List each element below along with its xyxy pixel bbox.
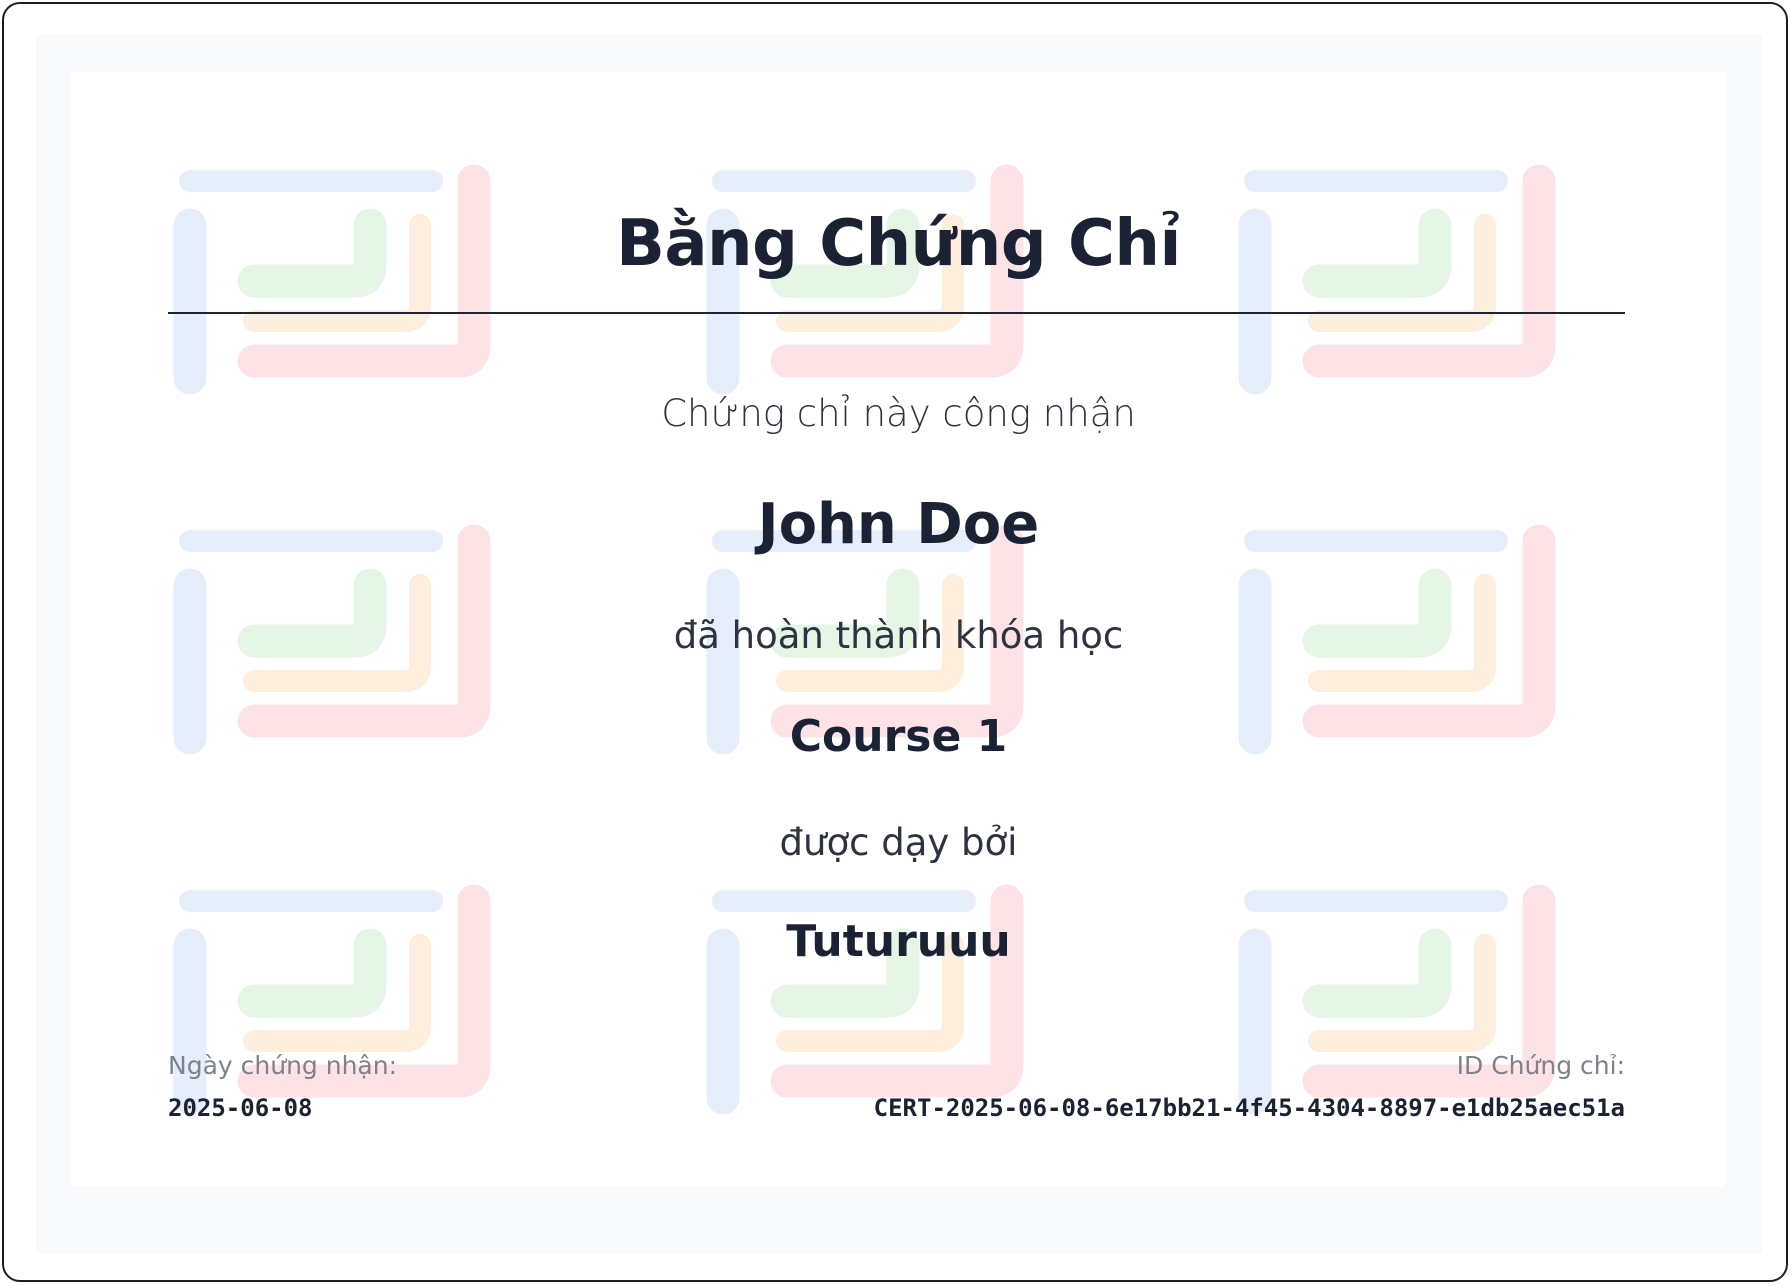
certificate-id-label: ID Chứng chỉ: [1456,1051,1625,1080]
certificate-frame: Bằng Chứng Chỉ Chứng chỉ này công nhận J… [2,2,1788,1282]
certificate-backdrop: Bằng Chứng Chỉ Chứng chỉ này công nhận J… [36,35,1762,1253]
course-name: Course 1 [789,711,1008,762]
intro-text: Chứng chỉ này công nhận [661,392,1136,435]
certificate-id-value: CERT-2025-06-08-6e17bb21-4f45-4304-8897-… [873,1094,1625,1122]
certificate-card: Bằng Chứng Chỉ Chứng chỉ này công nhận J… [71,72,1726,1187]
certificate-title: Bằng Chứng Chỉ [616,207,1181,281]
instructor-name: Tuturuuu [786,916,1011,967]
recipient-name: John Doe [757,492,1040,557]
certification-date-label: Ngày chứng nhận: [168,1051,398,1080]
taught-by-text: được dạy bởi [779,821,1018,864]
certification-date-value: 2025-06-08 [168,1094,313,1122]
title-divider [168,312,1625,314]
completed-text: đã hoàn thành khóa học [673,614,1124,657]
